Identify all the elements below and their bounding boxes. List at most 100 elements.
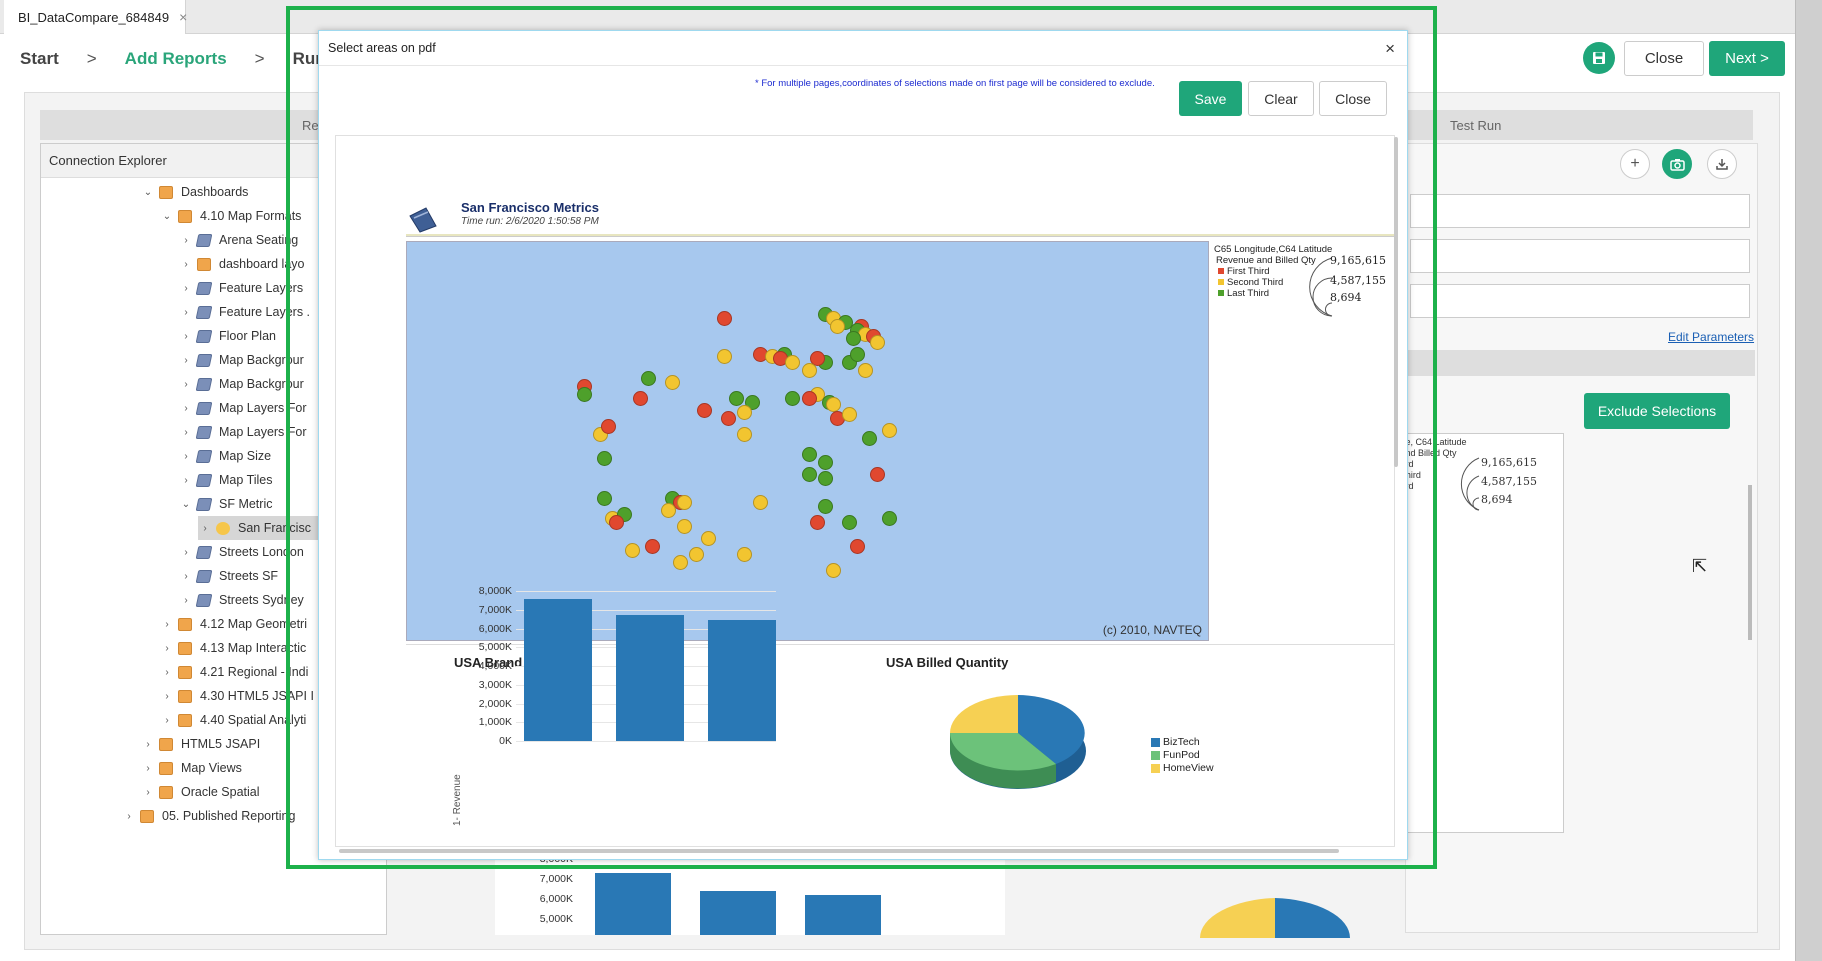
dialog-close-icon[interactable]: × [1385,31,1395,66]
chevron-right-icon[interactable]: › [141,763,155,774]
map-point[interactable] [640,371,656,386]
chevron-right-icon[interactable]: › [179,283,193,294]
map-point[interactable] [849,347,865,362]
chevron-right-icon[interactable]: › [179,307,193,318]
map-point[interactable] [664,375,680,390]
map-point[interactable] [817,471,833,486]
chevron-right-icon[interactable]: › [141,787,155,798]
map-point[interactable] [801,391,817,406]
header-close-button[interactable]: Close [1624,41,1704,76]
chevron-right-icon[interactable]: › [198,523,212,534]
background-scrollbar[interactable] [1748,485,1752,640]
parameter-field-2[interactable] [1410,239,1750,273]
chevron-down-icon[interactable]: ⌄ [141,187,155,198]
chevron-right-icon[interactable]: › [160,691,174,702]
pdf-viewer[interactable]: San Francisco Metrics Time run: 2/6/2020… [335,135,1395,847]
exclude-selections-button[interactable]: Exclude Selections [1584,393,1730,429]
chevron-right-icon[interactable]: › [122,811,136,822]
tab-reports[interactable]: Re [302,118,319,133]
map-point[interactable] [717,311,733,326]
chevron-right-icon[interactable]: › [179,595,193,606]
step-add-reports[interactable]: Add Reports [125,49,227,69]
download-icon[interactable] [1707,149,1737,179]
map-point[interactable] [809,515,825,530]
map-point[interactable] [677,495,693,510]
map-point[interactable] [817,455,833,470]
chevron-right-icon[interactable]: › [179,235,193,246]
add-icon[interactable]: + [1620,149,1650,179]
map-point[interactable] [785,391,801,406]
map-point[interactable] [644,539,660,554]
chevron-right-icon[interactable]: › [179,331,193,342]
next-button[interactable]: Next > [1709,41,1785,76]
chevron-right-icon[interactable]: › [141,739,155,750]
chevron-right-icon[interactable]: › [160,643,174,654]
edit-parameters-link[interactable]: Edit Parameters [1668,330,1754,344]
chevron-right-icon[interactable]: › [179,571,193,582]
map-point[interactable] [869,335,885,350]
chevron-down-icon[interactable]: ⌄ [160,211,174,222]
map-point[interactable] [624,543,640,558]
map-point[interactable] [869,467,885,482]
map-point[interactable] [857,363,873,378]
map-point[interactable] [753,495,769,510]
pdf-vertical-scrollbar[interactable] [1394,137,1398,467]
clear-button[interactable]: Clear [1248,81,1314,116]
chevron-right-icon[interactable]: › [160,667,174,678]
map-point[interactable] [608,515,624,530]
map-point[interactable] [829,319,845,334]
chevron-down-icon[interactable]: ⌄ [179,499,193,510]
map-point[interactable] [801,447,817,462]
save-icon-button[interactable] [1583,42,1615,74]
parameter-field-1[interactable] [1410,194,1750,228]
map-point[interactable] [845,331,861,346]
close-button[interactable]: Close [1319,81,1387,116]
map-point[interactable] [801,363,817,378]
pdf-horizontal-scrollbar[interactable] [339,849,1339,853]
map-point[interactable] [785,355,801,370]
save-button[interactable]: Save [1179,81,1242,116]
chevron-right-icon[interactable]: › [179,355,193,366]
map-point[interactable] [717,349,733,364]
map-point[interactable] [841,407,857,422]
map-point[interactable] [701,531,717,546]
map-point[interactable] [801,467,817,482]
map-point[interactable] [849,539,865,554]
map-point[interactable] [697,403,713,418]
map-point[interactable] [729,391,745,406]
map-point[interactable] [861,431,877,446]
chevron-right-icon[interactable]: › [179,475,193,486]
tab-test-run[interactable]: Test Run [1450,118,1501,133]
map-point[interactable] [677,519,693,534]
map-point[interactable] [737,547,753,562]
chevron-right-icon[interactable]: › [160,619,174,630]
chevron-right-icon[interactable]: › [179,259,193,270]
map-point[interactable] [596,491,612,506]
map-point[interactable] [737,405,753,420]
chevron-right-icon[interactable]: › [160,715,174,726]
parameter-field-3[interactable] [1410,284,1750,318]
map-point[interactable] [600,419,616,434]
chevron-right-icon[interactable]: › [179,427,193,438]
chevron-right-icon[interactable]: › [179,379,193,390]
camera-icon[interactable] [1662,149,1692,179]
tab-close-icon[interactable]: × [179,9,187,25]
map-point[interactable] [817,499,833,514]
sf-map[interactable]: (c) 2010, NAVTEQ [406,241,1209,641]
map-point[interactable] [825,563,841,578]
map-point[interactable] [881,423,897,438]
map-point[interactable] [576,387,592,402]
map-point[interactable] [721,411,737,426]
document-tab[interactable]: BI_DataCompare_684849 × [4,0,187,34]
step-start[interactable]: Start [20,49,59,69]
map-point[interactable] [596,451,612,466]
map-point[interactable] [881,511,897,526]
chevron-right-icon[interactable]: › [179,547,193,558]
map-point[interactable] [673,555,689,570]
chevron-right-icon[interactable]: › [179,403,193,414]
map-point[interactable] [660,503,676,518]
map-point[interactable] [737,427,753,442]
map-point[interactable] [841,515,857,530]
map-point[interactable] [632,391,648,406]
chevron-right-icon[interactable]: › [179,451,193,462]
